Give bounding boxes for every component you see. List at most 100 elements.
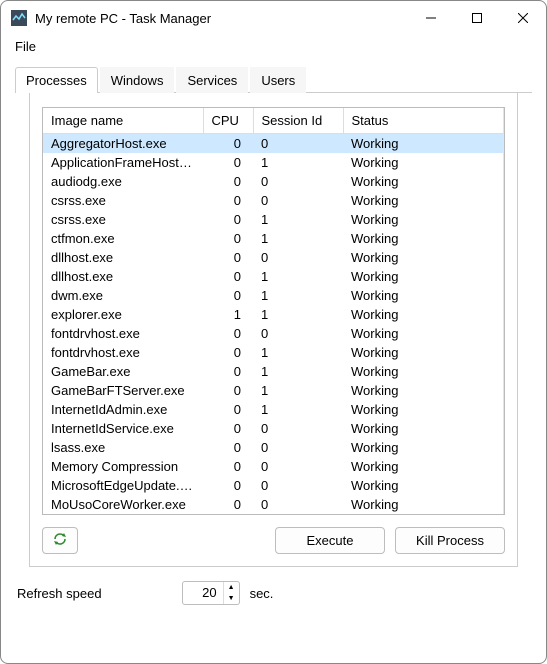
kill-process-button[interactable]: Kill Process <box>395 527 505 554</box>
spinner-up-icon[interactable]: ▲ <box>224 582 239 593</box>
process-table: Image name CPU Session Id Status Aggrega… <box>43 108 503 514</box>
table-row[interactable]: AggregatorHost.exe00Working <box>43 134 503 154</box>
cell-session-id: 0 <box>253 495 343 514</box>
refresh-icon <box>52 534 68 549</box>
cell-status: Working <box>343 400 503 419</box>
cell-session-id: 0 <box>253 324 343 343</box>
table-row[interactable]: MicrosoftEdgeUpdate.exe00Working <box>43 476 503 495</box>
tab-panel: Image name CPU Session Id Status Aggrega… <box>29 93 518 567</box>
minimize-button[interactable] <box>408 1 454 35</box>
cell-session-id: 1 <box>253 400 343 419</box>
table-row[interactable]: InternetIdService.exe00Working <box>43 419 503 438</box>
cell-image-name: InternetIdService.exe <box>43 419 203 438</box>
table-row[interactable]: Memory Compression00Working <box>43 457 503 476</box>
table-row[interactable]: dllhost.exe01Working <box>43 267 503 286</box>
window-title: My remote PC - Task Manager <box>35 11 211 26</box>
scrollbar[interactable] <box>503 108 504 514</box>
cell-cpu: 0 <box>203 172 253 191</box>
cell-cpu: 0 <box>203 134 253 154</box>
refresh-speed-spinner[interactable]: 20 ▲ ▼ <box>182 581 240 605</box>
close-button[interactable] <box>500 1 546 35</box>
task-manager-icon <box>11 10 27 26</box>
cell-status: Working <box>343 438 503 457</box>
cell-status: Working <box>343 305 503 324</box>
table-row[interactable]: GameBar.exe01Working <box>43 362 503 381</box>
cell-session-id: 1 <box>253 267 343 286</box>
table-row[interactable]: dwm.exe01Working <box>43 286 503 305</box>
table-row[interactable]: explorer.exe11Working <box>43 305 503 324</box>
tab-users[interactable]: Users <box>250 67 306 93</box>
cell-image-name: ctfmon.exe <box>43 229 203 248</box>
table-row[interactable]: audiodg.exe00Working <box>43 172 503 191</box>
maximize-button[interactable] <box>454 1 500 35</box>
cell-image-name: fontdrvhost.exe <box>43 343 203 362</box>
cell-cpu: 0 <box>203 210 253 229</box>
cell-cpu: 0 <box>203 153 253 172</box>
cell-status: Working <box>343 172 503 191</box>
table-row[interactable]: csrss.exe01Working <box>43 210 503 229</box>
cell-cpu: 0 <box>203 324 253 343</box>
cell-session-id: 1 <box>253 210 343 229</box>
cell-image-name: csrss.exe <box>43 210 203 229</box>
cell-status: Working <box>343 210 503 229</box>
cell-status: Working <box>343 267 503 286</box>
table-row[interactable]: GameBarFTServer.exe01Working <box>43 381 503 400</box>
cell-session-id: 0 <box>253 419 343 438</box>
refresh-speed-label: Refresh speed <box>17 586 102 601</box>
cell-status: Working <box>343 134 503 154</box>
menu-file[interactable]: File <box>11 37 40 56</box>
titlebar: My remote PC - Task Manager <box>1 1 546 35</box>
table-row[interactable]: lsass.exe00Working <box>43 438 503 457</box>
cell-cpu: 0 <box>203 457 253 476</box>
tab-windows[interactable]: Windows <box>100 67 175 93</box>
tab-services[interactable]: Services <box>176 67 248 93</box>
cell-status: Working <box>343 457 503 476</box>
cell-session-id: 0 <box>253 248 343 267</box>
col-header-session-id[interactable]: Session Id <box>253 108 343 134</box>
cell-session-id: 0 <box>253 476 343 495</box>
cell-session-id: 0 <box>253 172 343 191</box>
table-row[interactable]: dllhost.exe00Working <box>43 248 503 267</box>
cell-cpu: 1 <box>203 305 253 324</box>
cell-status: Working <box>343 362 503 381</box>
cell-session-id: 1 <box>253 229 343 248</box>
cell-image-name: GameBar.exe <box>43 362 203 381</box>
cell-session-id: 1 <box>253 286 343 305</box>
refresh-button[interactable] <box>42 527 78 554</box>
cell-status: Working <box>343 381 503 400</box>
tab-processes[interactable]: Processes <box>15 67 98 93</box>
cell-session-id: 0 <box>253 438 343 457</box>
table-row[interactable]: MoUsoCoreWorker.exe00Working <box>43 495 503 514</box>
table-row[interactable]: InternetIdAdmin.exe01Working <box>43 400 503 419</box>
cell-cpu: 0 <box>203 229 253 248</box>
cell-status: Working <box>343 324 503 343</box>
cell-session-id: 1 <box>253 362 343 381</box>
table-row[interactable]: fontdrvhost.exe01Working <box>43 343 503 362</box>
cell-session-id: 0 <box>253 134 343 154</box>
table-row[interactable]: fontdrvhost.exe00Working <box>43 324 503 343</box>
cell-session-id: 1 <box>253 381 343 400</box>
col-header-image-name[interactable]: Image name <box>43 108 203 134</box>
col-header-cpu[interactable]: CPU <box>203 108 253 134</box>
refresh-speed-value[interactable]: 20 <box>183 582 223 604</box>
cell-image-name: MicrosoftEdgeUpdate.exe <box>43 476 203 495</box>
cell-cpu: 0 <box>203 381 253 400</box>
table-row[interactable]: ctfmon.exe01Working <box>43 229 503 248</box>
cell-session-id: 1 <box>253 305 343 324</box>
cell-cpu: 0 <box>203 438 253 457</box>
cell-cpu: 0 <box>203 362 253 381</box>
cell-status: Working <box>343 286 503 305</box>
cell-session-id: 1 <box>253 153 343 172</box>
tab-strip: ProcessesWindowsServicesUsers <box>15 66 532 93</box>
cell-status: Working <box>343 153 503 172</box>
table-row[interactable]: ApplicationFrameHost.exe01Working <box>43 153 503 172</box>
refresh-speed-unit: sec. <box>250 586 274 601</box>
cell-status: Working <box>343 419 503 438</box>
spinner-down-icon[interactable]: ▼ <box>224 593 239 604</box>
cell-image-name: GameBarFTServer.exe <box>43 381 203 400</box>
col-header-status[interactable]: Status <box>343 108 503 134</box>
table-row[interactable]: csrss.exe00Working <box>43 191 503 210</box>
execute-button[interactable]: Execute <box>275 527 385 554</box>
cell-cpu: 0 <box>203 343 253 362</box>
cell-cpu: 0 <box>203 248 253 267</box>
